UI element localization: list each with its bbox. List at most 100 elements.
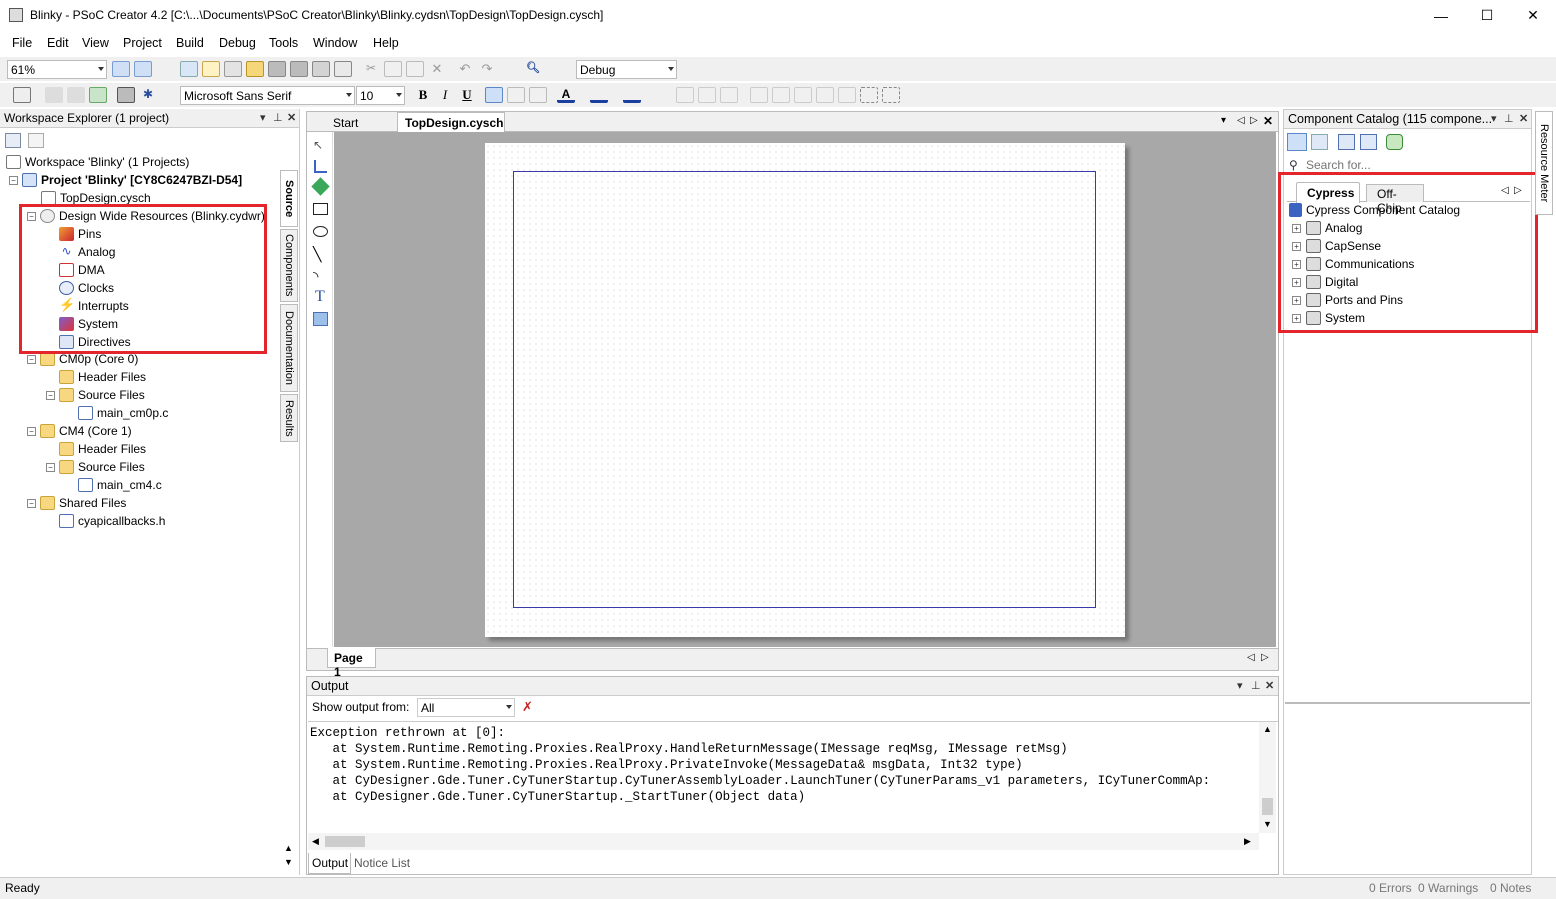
tree-project[interactable]: Project 'Blinky' [CY8C6247BZI-D54] bbox=[22, 173, 242, 187]
hscroll-thumb[interactable] bbox=[325, 836, 365, 847]
pin-icon[interactable]: ⊥ bbox=[1504, 112, 1514, 125]
tree-cm4[interactable]: CM4 (Core 1) bbox=[40, 424, 132, 438]
scroll-right-icon[interactable]: ▶ bbox=[1244, 836, 1251, 847]
workspace-tool-2-icon[interactable] bbox=[28, 133, 44, 148]
collapse-source-0-icon[interactable]: − bbox=[46, 391, 55, 400]
component-icon[interactable] bbox=[311, 177, 330, 196]
generate-icon[interactable] bbox=[89, 87, 107, 103]
tab-close-icon[interactable]: ✕ bbox=[1263, 114, 1273, 128]
tab-next-icon[interactable]: ▷ bbox=[1250, 115, 1258, 126]
line-icon[interactable]: ╲ bbox=[313, 246, 321, 263]
side-tab-components[interactable]: Components bbox=[280, 229, 298, 302]
page-next-icon[interactable]: ▷ bbox=[1261, 652, 1269, 663]
pin-icon[interactable]: ⊥ bbox=[1251, 679, 1261, 692]
save-all-icon[interactable] bbox=[290, 61, 308, 77]
panel-dropdown-icon[interactable]: ▾ bbox=[260, 111, 266, 124]
scroll-left-icon[interactable]: ◀ bbox=[312, 836, 319, 847]
align-center-icon[interactable] bbox=[507, 87, 525, 103]
schematic-page[interactable] bbox=[485, 143, 1125, 637]
find-icon[interactable]: 🔍︎ bbox=[524, 61, 542, 77]
tree-workspace[interactable]: Workspace 'Blinky' (1 Projects) bbox=[6, 155, 189, 169]
image-tool-icon[interactable] bbox=[313, 312, 328, 326]
panel-dropdown-icon[interactable]: ▾ bbox=[1491, 112, 1497, 125]
print-icon[interactable] bbox=[312, 61, 330, 77]
wire-icon[interactable] bbox=[314, 160, 327, 173]
rectangle-icon[interactable] bbox=[313, 203, 328, 215]
tree-cm0p[interactable]: CM0p (Core 0) bbox=[40, 352, 138, 366]
collapse-project-icon[interactable]: − bbox=[9, 176, 18, 185]
redo-icon[interactable]: ↷ bbox=[478, 61, 496, 77]
collapse-cm4-icon[interactable]: − bbox=[27, 427, 36, 436]
catalog-remove-icon[interactable] bbox=[1360, 134, 1377, 150]
page-prev-icon[interactable]: ◁ bbox=[1247, 652, 1255, 663]
flip-v-icon[interactable] bbox=[816, 87, 834, 103]
panel-close-icon[interactable]: ✕ bbox=[1519, 112, 1528, 125]
open-icon[interactable] bbox=[246, 61, 264, 77]
ungroup-icon[interactable] bbox=[882, 87, 900, 103]
menu-debug[interactable]: Debug bbox=[219, 36, 256, 50]
menu-help[interactable]: Help bbox=[373, 36, 399, 50]
collapse-shared-icon[interactable]: − bbox=[27, 499, 36, 508]
text-color-button[interactable]: A bbox=[557, 87, 575, 103]
panel-close-icon[interactable]: ✕ bbox=[1265, 679, 1274, 692]
tab-output[interactable]: Output bbox=[308, 853, 351, 874]
print-preview-icon[interactable] bbox=[334, 61, 352, 77]
add-item-icon[interactable] bbox=[224, 61, 242, 77]
save-icon[interactable] bbox=[268, 61, 286, 77]
program-icon[interactable] bbox=[117, 87, 135, 103]
output-vscroll[interactable]: ▲ ▼ bbox=[1259, 722, 1276, 833]
tree-main-cm4[interactable]: main_cm4.c bbox=[78, 478, 162, 492]
tree-shared-files[interactable]: Shared Files bbox=[40, 496, 126, 510]
paste-icon[interactable] bbox=[406, 61, 424, 77]
tab-prev-icon[interactable]: ◁ bbox=[1237, 115, 1245, 126]
panel-close-icon[interactable]: ✕ bbox=[287, 111, 296, 124]
tree-main-cm0p[interactable]: main_cm0p.c bbox=[78, 406, 168, 420]
build-config-combo[interactable]: Debug bbox=[576, 60, 677, 79]
panel-dropdown-icon[interactable]: ▾ bbox=[1237, 679, 1243, 692]
new-file-icon[interactable] bbox=[202, 61, 220, 77]
tab-list-icon[interactable]: ▾ bbox=[1221, 115, 1226, 126]
tab-notice-list[interactable]: Notice List bbox=[354, 856, 410, 870]
pin-icon[interactable]: ⊥ bbox=[273, 111, 283, 124]
menu-build[interactable]: Build bbox=[176, 36, 204, 50]
collapse-cm0p-icon[interactable]: − bbox=[27, 355, 36, 364]
undo-icon[interactable]: ↶ bbox=[456, 61, 474, 77]
grid-icon[interactable] bbox=[13, 87, 31, 103]
rotate-left-icon[interactable] bbox=[750, 87, 768, 103]
menu-file[interactable]: File bbox=[12, 36, 32, 50]
arc-icon[interactable]: ◝ bbox=[313, 268, 318, 285]
menu-edit[interactable]: Edit bbox=[47, 36, 69, 50]
align-tools-icon[interactable] bbox=[676, 87, 694, 103]
underline-button[interactable]: U bbox=[458, 87, 476, 103]
menu-window[interactable]: Window bbox=[313, 36, 357, 50]
align-right-icon[interactable] bbox=[529, 87, 547, 103]
menu-project[interactable]: Project bbox=[123, 36, 162, 50]
workspace-tool-icon[interactable] bbox=[5, 133, 21, 148]
side-tab-source[interactable]: Source bbox=[280, 170, 298, 227]
menu-view[interactable]: View bbox=[82, 36, 109, 50]
zoom-in-icon[interactable] bbox=[112, 61, 130, 77]
tree-header-files-1[interactable]: Header Files bbox=[59, 442, 146, 456]
output-hscroll[interactable]: ◀ ▶ bbox=[308, 833, 1259, 850]
side-tab-documentation[interactable]: Documentation bbox=[280, 304, 298, 392]
tree-source-files-1[interactable]: Source Files bbox=[59, 460, 145, 474]
scroll-up-icon[interactable]: ▲ bbox=[284, 843, 293, 853]
zoom-combo[interactable]: 61% bbox=[7, 60, 107, 79]
output-source-combo[interactable]: All bbox=[417, 698, 515, 717]
maximize-button[interactable]: ☐ bbox=[1464, 0, 1510, 31]
scroll-thumb[interactable] bbox=[1262, 798, 1273, 815]
font-size-combo[interactable]: 10 bbox=[356, 86, 405, 105]
tab-topdesign[interactable]: TopDesign.cysch bbox=[397, 112, 505, 133]
fill-color-icon[interactable] bbox=[623, 87, 641, 103]
side-tab-resource-meter[interactable]: Resource Meter bbox=[1535, 111, 1553, 215]
build-icon[interactable] bbox=[67, 87, 85, 103]
close-button[interactable]: ✕ bbox=[1510, 0, 1556, 31]
font-name-combo[interactable]: Microsoft Sans Serif bbox=[180, 86, 355, 105]
tree-topdesign[interactable]: TopDesign.cysch bbox=[41, 191, 151, 205]
catalog-view-icon[interactable] bbox=[1287, 133, 1307, 151]
italic-button[interactable]: I bbox=[436, 87, 454, 103]
clear-output-icon[interactable]: ✗ bbox=[522, 699, 533, 715]
scroll-up-icon[interactable]: ▲ bbox=[1263, 724, 1272, 734]
delete-icon[interactable]: ✕ bbox=[428, 61, 446, 77]
group-icon[interactable] bbox=[838, 87, 856, 103]
